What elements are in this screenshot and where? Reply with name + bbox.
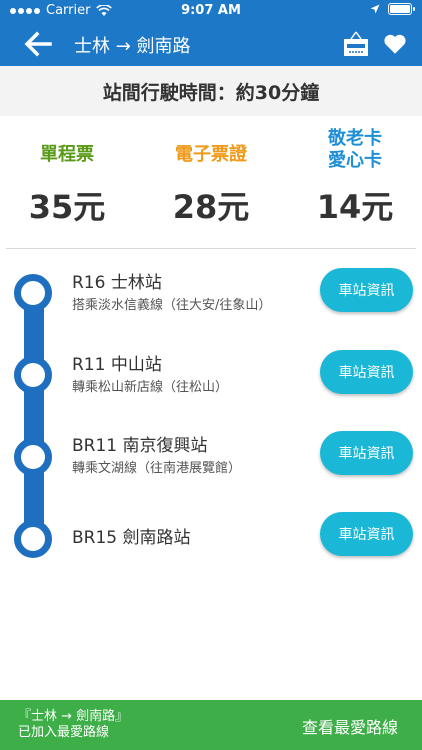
fare-label: 單程票 [40, 144, 94, 165]
status-time: 9:07 AM [181, 3, 241, 18]
favorite-added-text: 已加入最愛路線 [18, 725, 110, 740]
fare-ecard: 電子票證 28元 [146, 122, 276, 226]
route-line [24, 276, 44, 544]
fare-section: 單程票 35元 電子票證 28元 敬老卡 愛心卡 14元 [0, 122, 422, 238]
nav-bar: 士林 → 劍南路 [0, 22, 422, 66]
battery-icon [388, 3, 415, 15]
travel-time-banner: 站間行駛時間：約30分鐘 [0, 66, 422, 116]
station-node [14, 356, 52, 394]
station-note: 轉乘松山新店線（往松山） [72, 380, 229, 395]
status-right [370, 3, 415, 15]
station-info-button[interactable]: 車站資訊 [320, 512, 413, 556]
favorite-heart-icon[interactable] [382, 31, 408, 57]
fare-value: 14元 [316, 188, 394, 226]
favorite-route-name: 『士林 → 劍南路』 [18, 709, 129, 724]
station-info-button[interactable]: 車站資訊 [320, 350, 413, 394]
favorite-added-bar: 『士林 → 劍南路』 已加入最愛路線 查看最愛路線 [0, 700, 422, 750]
favorite-added-message: 『士林 → 劍南路』 已加入最愛路線 [18, 709, 128, 741]
page-title: 士林 → 劍南路 [74, 36, 191, 57]
station-note: 搭乘淡水信義線（往大安/往象山） [72, 298, 272, 313]
divider [6, 248, 416, 249]
station-name: R16 士林站 [72, 273, 162, 293]
app-header: Carrier 9:07 AM 士林 → 劍南路 [0, 0, 422, 66]
fare-label: 敬老卡 [328, 128, 382, 149]
station-info-button[interactable]: 車站資訊 [320, 268, 413, 312]
station-name: R11 中山站 [72, 355, 162, 375]
fare-value: 28元 [172, 188, 250, 226]
fare-value: 35元 [28, 188, 106, 226]
fare-single-ticket: 單程票 35元 [2, 122, 132, 226]
station-name: BR11 南京復興站 [72, 436, 208, 456]
status-bar: Carrier 9:07 AM [0, 0, 422, 22]
station-node [14, 274, 52, 312]
view-favorites-button[interactable]: 查看最愛路線 [302, 714, 398, 738]
station-node [14, 520, 52, 558]
hotel-icon[interactable] [342, 30, 370, 58]
station-node [14, 438, 52, 476]
back-arrow-icon[interactable] [22, 28, 54, 60]
station-name: BR15 劍南路站 [72, 528, 191, 548]
location-arrow-icon [370, 4, 380, 14]
fare-label-line2: 愛心卡 [328, 150, 382, 171]
fare-label: 電子票證 [175, 144, 247, 165]
station-info-button[interactable]: 車站資訊 [320, 431, 413, 475]
fare-senior-card: 敬老卡 愛心卡 14元 [290, 122, 420, 226]
station-note: 轉乘文湖線（往南港展覽館） [72, 461, 242, 476]
